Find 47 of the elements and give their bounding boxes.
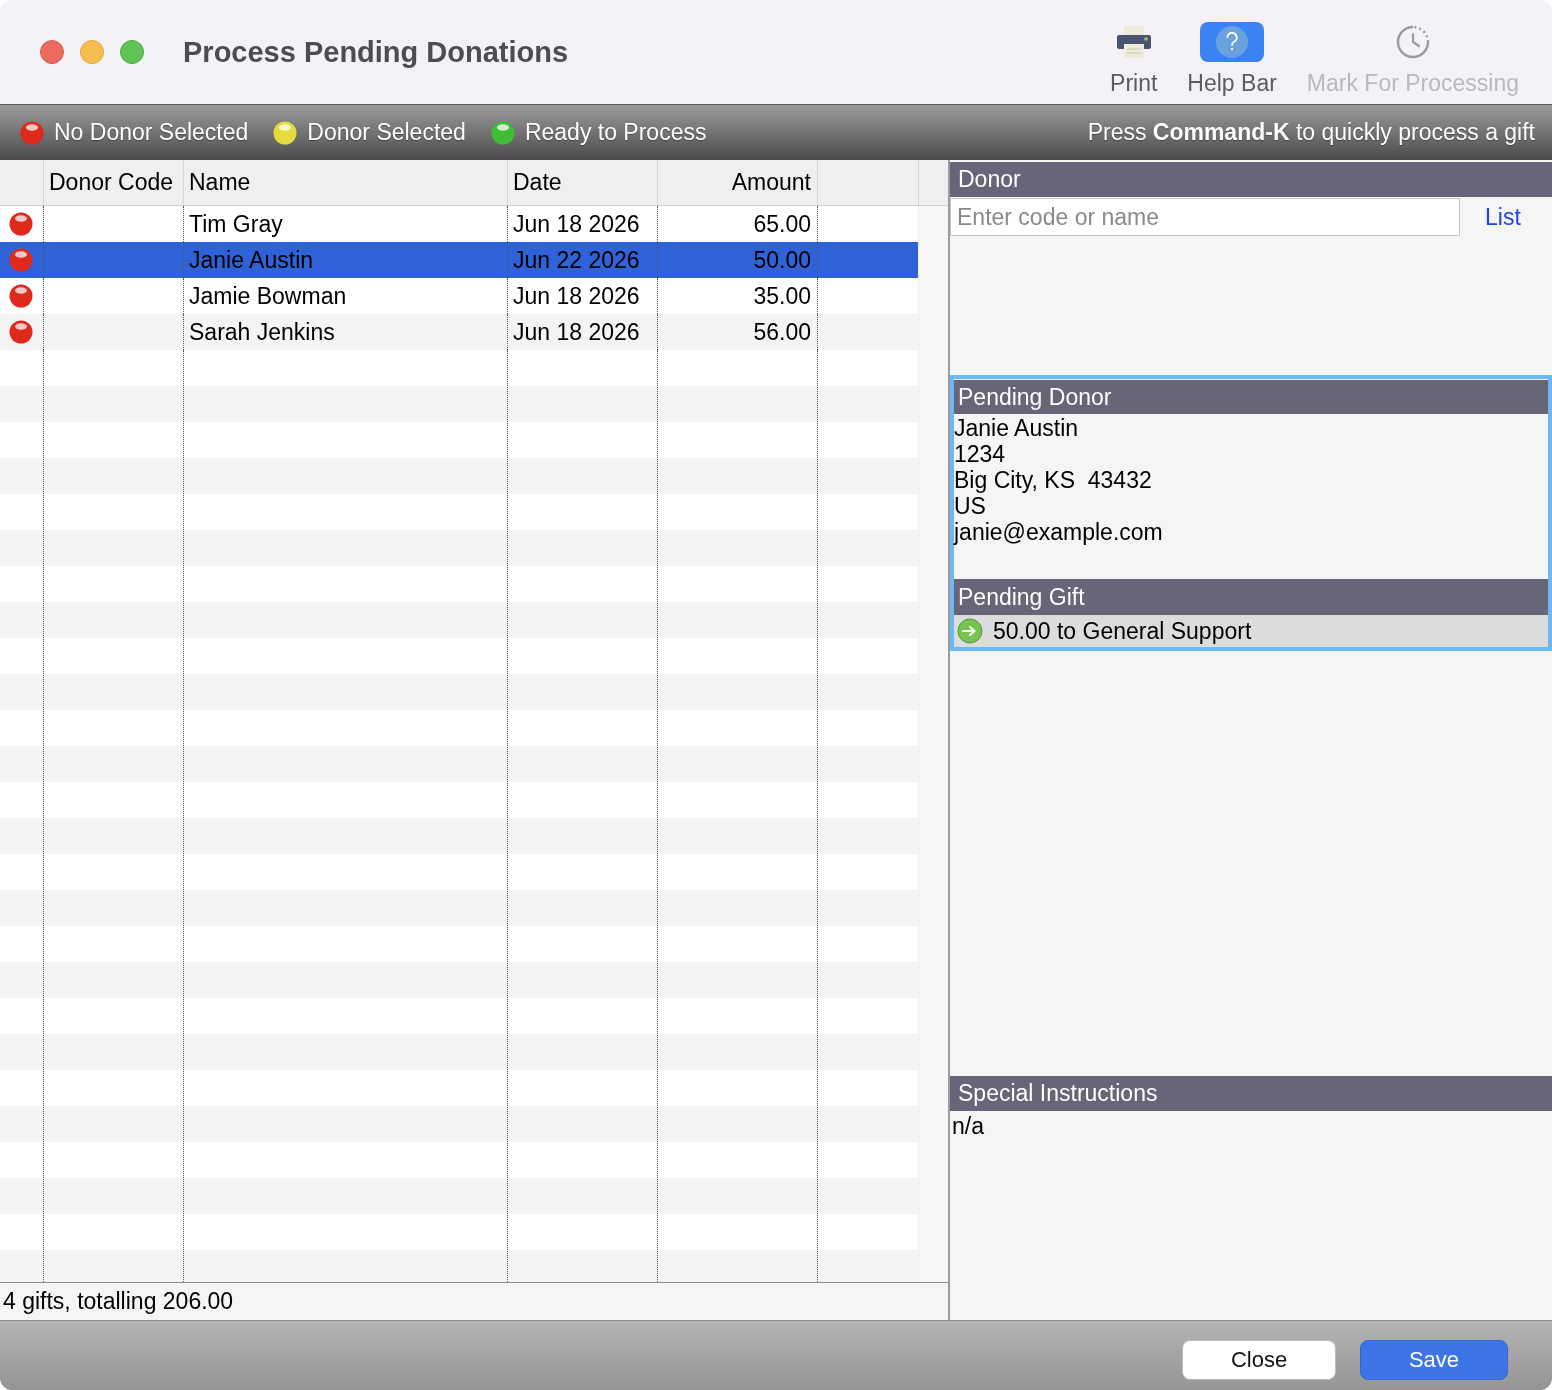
- window-title: Process Pending Donations: [183, 35, 569, 69]
- section-header: Donor: [950, 162, 1552, 197]
- section-header: Pending Gift: [954, 579, 1548, 615]
- gift-row[interactable]: 50.00 to General Support: [954, 615, 1548, 647]
- table-cell: 35.00: [753, 282, 811, 310]
- legend-label: Donor Selected: [307, 119, 466, 146]
- save-button[interactable]: Save: [1360, 1339, 1508, 1380]
- search-field[interactable]: Enter code or name: [950, 198, 1460, 236]
- gift-text: 50.00 to General Support: [993, 617, 1252, 645]
- table-cell: Sarah Jenkins: [189, 318, 335, 346]
- window-minimize-button[interactable]: [80, 40, 104, 64]
- table-cell: 65.00: [753, 210, 811, 238]
- column-header[interactable]: Donor Code: [49, 169, 174, 196]
- table-cell: 50.00: [753, 246, 811, 274]
- table-cell: Jun 18 2026: [513, 282, 640, 310]
- legend-label: No Donor Selected: [54, 119, 249, 146]
- list-link[interactable]: List: [1485, 203, 1521, 231]
- table-cell: 56.00: [753, 318, 811, 346]
- window-close-button[interactable]: [40, 40, 64, 64]
- legend-label: Ready to Process: [524, 119, 707, 146]
- clock-icon: [1394, 24, 1431, 60]
- address-line: Big City, KS 43432: [954, 467, 1152, 493]
- column-header[interactable]: Amount: [731, 169, 811, 196]
- help-icon: [1200, 22, 1265, 62]
- instructions-text: n/a: [952, 1113, 984, 1139]
- table-row[interactable]: Janie Austin Jun 22 2026 50.00: [0, 242, 918, 278]
- summary-text: 4 gifts, totalling 206.00: [3, 1288, 234, 1315]
- table-cell: Jun 18 2026: [513, 318, 640, 346]
- table-cell: Tim Gray: [189, 210, 283, 238]
- table-cell: Jamie Bowman: [189, 282, 347, 310]
- shortcut-hint: Press Command-K to quickly process a gift: [1087, 119, 1535, 146]
- address-line: US: [954, 493, 986, 519]
- close-button[interactable]: Close: [1182, 1339, 1336, 1380]
- address-line: 1234: [954, 441, 1006, 467]
- window-zoom-button[interactable]: [120, 40, 144, 64]
- column-header[interactable]: Name: [189, 169, 251, 196]
- print-button[interactable]: Print: [1110, 0, 1158, 104]
- table-cell: Janie Austin: [189, 246, 314, 274]
- printer-icon: [1116, 26, 1151, 58]
- table-cell: Jun 18 2026: [513, 210, 640, 238]
- address-line: Janie Austin: [954, 415, 1079, 441]
- section-header: Special Instructions: [950, 1076, 1552, 1111]
- section-header: Pending Donor: [954, 380, 1548, 414]
- help-bar-button[interactable]: Help Bar: [1187, 0, 1277, 104]
- address-line: janie@example.com: [954, 519, 1163, 545]
- column-header[interactable]: Date: [513, 169, 562, 196]
- table-cell: Jun 22 2026: [513, 246, 640, 274]
